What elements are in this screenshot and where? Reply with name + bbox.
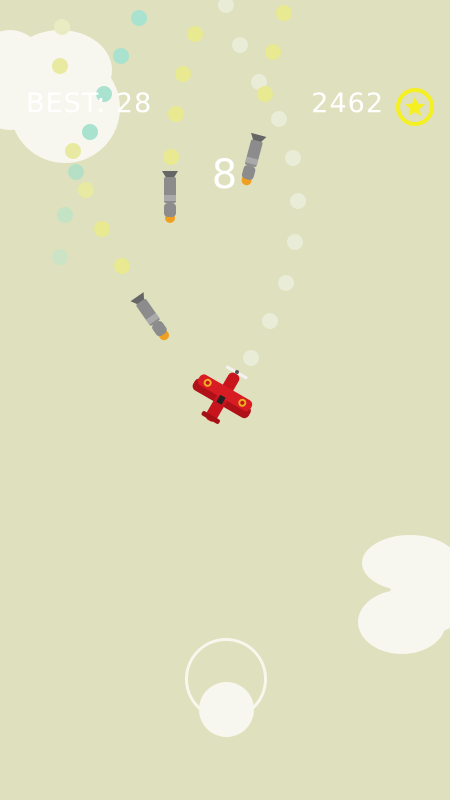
biplane-icon xyxy=(192,365,253,424)
coin-count: 2462 xyxy=(311,88,384,119)
best-score-label: BEST: 28 xyxy=(26,88,153,119)
missile-3 xyxy=(130,292,170,341)
cloud-bottom-right xyxy=(358,535,450,654)
joystick-knob[interactable] xyxy=(199,682,254,737)
star-coin-icon xyxy=(396,88,434,126)
current-score: 8 xyxy=(211,152,239,198)
